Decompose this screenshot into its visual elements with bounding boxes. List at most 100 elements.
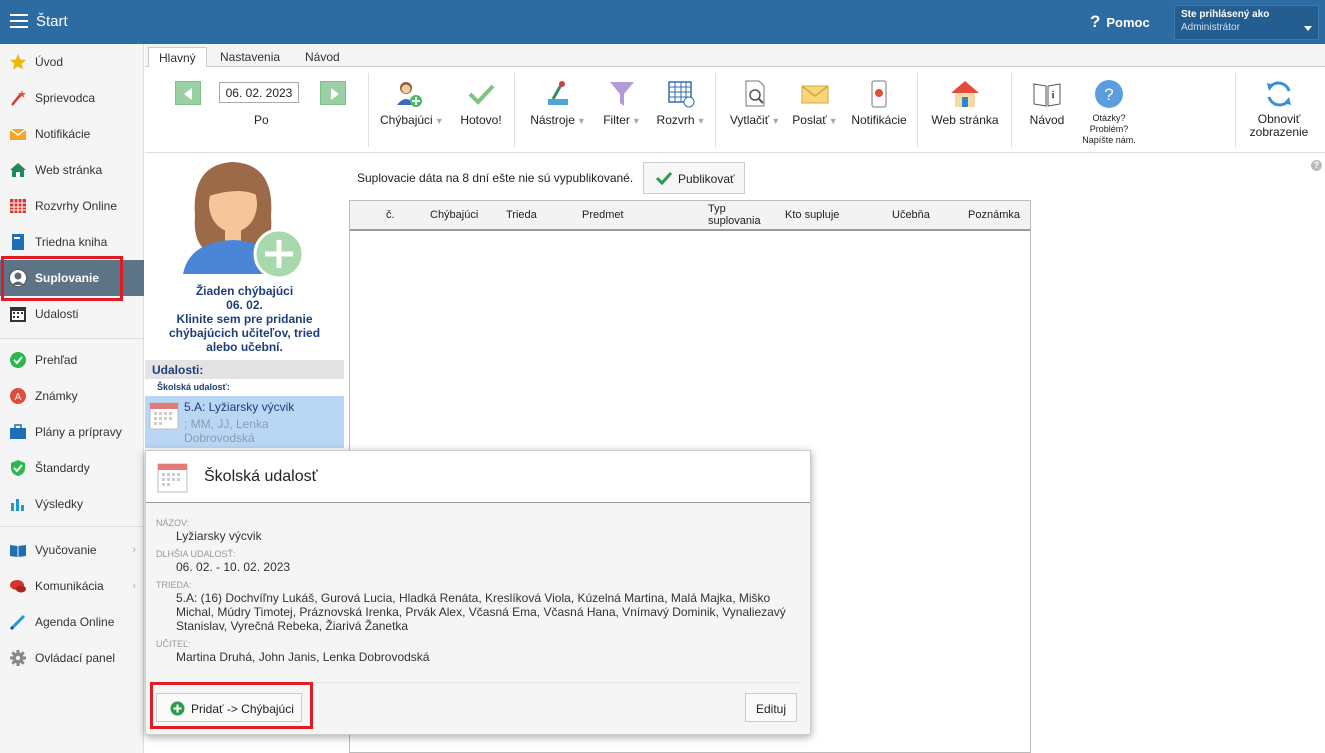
add-absent-dropzone[interactable]: Žiaden chýbajúci 06. 02. Klinite sem pre… (145, 154, 344, 359)
help-link[interactable]: ? Pomoc (1090, 12, 1150, 32)
column-header[interactable]: č. (386, 209, 395, 221)
sidebar-item-komunikacia[interactable]: Komunikácia › (0, 568, 144, 604)
highlight-frame-add-button (150, 682, 313, 729)
tools-button[interactable]: Nástroje ▼ (527, 79, 589, 127)
sidebar-item-notifikacie[interactable]: Notifikácie (0, 116, 144, 152)
envelope-icon (801, 85, 829, 104)
publish-button[interactable]: Publikovať (643, 162, 745, 194)
column-header[interactable]: Chýbajúci (430, 209, 478, 221)
column-header[interactable]: Typ suplovania (708, 203, 768, 227)
sidebar-item-rozvrhy-online[interactable]: Rozvrhy Online (0, 188, 144, 224)
sidebar-item-vyucovanie[interactable]: Vyučovanie › (0, 532, 144, 568)
sidebar-item-label: Sprievodca (35, 91, 96, 105)
bar-chart-icon (11, 499, 24, 511)
timetable-button[interactable]: Rozvrh ▼ (653, 79, 709, 127)
send-button[interactable]: Poslať ▼ (788, 79, 842, 127)
column-header[interactable]: Trieda (506, 209, 537, 221)
event-title: 5.A: Lyžiarsky výcvik (184, 400, 295, 414)
sidebar-item-udalosti[interactable]: Udalosti (0, 296, 144, 332)
longer-event-label: DLHŠIA UDALOSŤ: (156, 549, 236, 559)
chevron-down-icon (1304, 26, 1312, 31)
school-event-label: Školská udalosť: (157, 382, 230, 392)
sidebar-item-ovladaci-panel[interactable]: Ovládací panel (0, 640, 144, 676)
previous-day-button[interactable] (175, 81, 201, 105)
filter-label: Filter (603, 113, 630, 127)
wand-icon (11, 90, 26, 106)
sidebar-item-label: Vyučovanie (35, 543, 97, 557)
book-icon (12, 234, 24, 250)
sidebar-item-label: Udalosti (35, 307, 79, 321)
no-absent-message: Žiaden chýbajúci 06. 02. Klinite sem pre… (145, 284, 344, 354)
phone-icon (871, 80, 887, 108)
sidebar-item-vysledky[interactable]: Výsledky (0, 486, 144, 522)
app-title[interactable]: Štart (36, 13, 68, 30)
web-page-label: Web stránka (931, 113, 999, 127)
sidebar-item-agenda-online[interactable]: Agenda Online (0, 604, 144, 640)
no-absent-line4: chýbajúcich učiteľov, tried (168, 326, 321, 340)
sidebar-item-triedna-kniha[interactable]: Triedna kniha (0, 224, 144, 260)
absent-button[interactable]: Chýbajúci ▼ (380, 79, 444, 127)
chat-icon (10, 580, 26, 593)
hamburger-menu-icon[interactable] (10, 14, 28, 28)
calendar-icon (149, 402, 179, 430)
sidebar-item-label: Ovládací panel (35, 651, 116, 665)
sidebar: Úvod Sprievodca Notifikácie Web stránka … (0, 44, 144, 753)
toolbar-divider (715, 73, 716, 147)
column-header[interactable]: Predmet (582, 209, 624, 221)
envelope-icon (9, 128, 27, 140)
user-name: Administrátor (1181, 22, 1240, 33)
sidebar-item-web-stranka[interactable]: Web stránka (0, 152, 144, 188)
notifications-label: Notifikácie (851, 113, 907, 127)
svg-text:?: ? (1104, 85, 1113, 104)
help-label: Pomoc (1106, 15, 1150, 30)
filter-button[interactable]: Filter ▼ (598, 79, 646, 127)
print-button[interactable]: Vytlačiť ▼ (727, 79, 783, 127)
sidebar-item-sprievodca[interactable]: Sprievodca (0, 80, 144, 116)
chevron-right-icon: › (132, 544, 136, 556)
toolbar-divider (917, 73, 918, 147)
absent-panel: Žiaden chýbajúci 06. 02. Klinite sem pre… (145, 154, 344, 454)
class-label: TRIEDA: (156, 580, 192, 590)
sidebar-divider (0, 338, 144, 339)
info-book-icon: i (1033, 83, 1061, 107)
sidebar-item-znamky[interactable]: A Známky (0, 378, 144, 414)
web-page-button[interactable]: Web stránka (928, 79, 1002, 127)
sidebar-item-label: Web stránka (35, 163, 103, 177)
sidebar-item-label: Plány a prípravy (35, 425, 122, 439)
user-line1: Ste prihlásený ako (1181, 9, 1270, 20)
tab-nastavenia[interactable]: Nastavenia (210, 47, 290, 67)
sidebar-item-uvod[interactable]: Úvod (0, 44, 144, 80)
refresh-view-button[interactable]: Obnoviť zobrazenie (1245, 79, 1313, 139)
questions-button[interactable]: ? Otázky? Problém? Napíšte nám. (1078, 79, 1140, 146)
done-button[interactable]: Hotovo! (456, 79, 506, 127)
print-preview-icon (745, 80, 765, 107)
calendar-icon (157, 463, 188, 493)
notifications-button[interactable]: Notifikácie (847, 79, 911, 127)
sidebar-divider (0, 526, 144, 527)
sidebar-item-label: Komunikácia (35, 579, 104, 593)
question-icon: ? (1090, 12, 1101, 31)
questions-line3: Napíšte nám. (1082, 135, 1136, 145)
toolbar-divider (514, 73, 515, 147)
popup-title: Školská udalosť (204, 468, 318, 485)
next-day-button[interactable] (320, 81, 346, 105)
date-input[interactable] (219, 82, 299, 103)
tab-navod[interactable]: Návod (295, 47, 350, 67)
sidebar-item-prehlad[interactable]: Prehľad (0, 342, 144, 378)
sidebar-item-standardy[interactable]: Štandardy (0, 450, 144, 486)
column-header[interactable]: Kto supluje (785, 209, 839, 221)
tools-icon (548, 81, 568, 105)
name-label: NÁZOV: (156, 518, 190, 528)
table-header: č. Chýbajúci Trieda Predmet Typ suplovan… (350, 201, 1030, 231)
event-card[interactable]: 5.A: Lyžiarsky výcvik ; MM, JJ, Lenka Do… (145, 396, 344, 448)
edit-button[interactable]: Edituj (745, 693, 797, 722)
help-question-icon[interactable]: ? (1311, 160, 1322, 171)
column-header[interactable]: Poznámka (968, 209, 1020, 221)
column-header[interactable]: Učebňa (892, 209, 930, 221)
toolbar-divider (1235, 73, 1236, 147)
absent-label: Chýbajúci (380, 113, 433, 127)
sidebar-item-plany-a-pripravy[interactable]: Plány a prípravy (0, 414, 144, 450)
guide-button[interactable]: i Návod (1025, 79, 1069, 127)
tab-hlavny[interactable]: Hlavný (148, 47, 207, 68)
user-dropdown[interactable]: Ste prihlásený ako Administrátor (1174, 5, 1319, 40)
